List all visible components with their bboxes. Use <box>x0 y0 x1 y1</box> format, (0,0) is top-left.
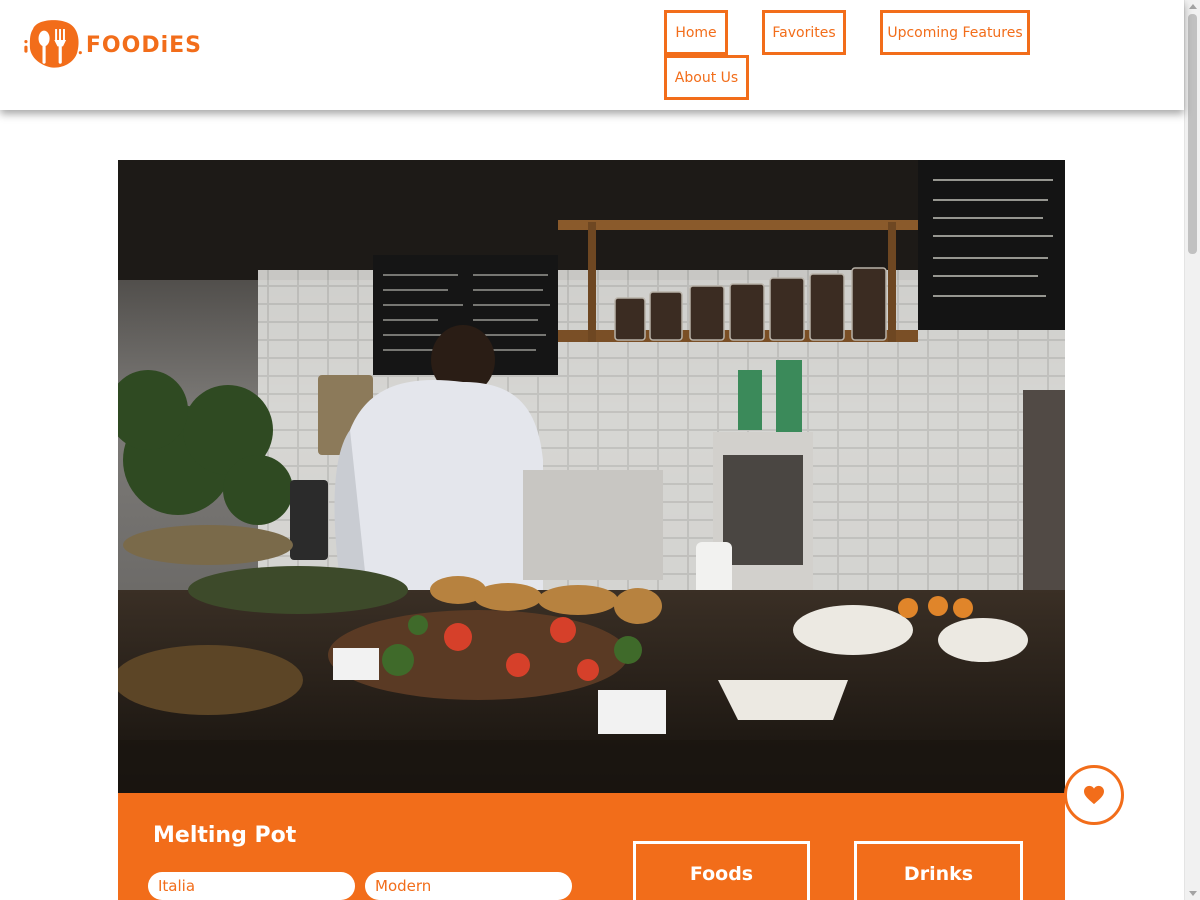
nav-about-button[interactable]: About Us <box>664 55 749 100</box>
restaurant-info-panel: Melting Pot Italia Modern Foods Drinks <box>118 793 1065 900</box>
foods-button[interactable]: Foods <box>633 841 810 900</box>
logo-icon <box>24 20 82 68</box>
cafe-scene-image <box>118 160 1065 793</box>
cuisine-tag: Italia <box>148 872 355 900</box>
scroll-thumb[interactable] <box>1188 14 1197 254</box>
heart-icon <box>1084 785 1104 805</box>
nav-favorites-button[interactable]: Favorites <box>762 10 846 55</box>
nav-home-button[interactable]: Home <box>664 10 728 55</box>
brand-name: FOODiES <box>85 32 202 58</box>
page: FOODiES Home Favorites Upcoming Features… <box>0 0 1200 900</box>
page-scrollbar[interactable] <box>1184 0 1200 900</box>
favorite-button[interactable] <box>1064 765 1124 825</box>
scroll-down-arrow-icon[interactable] <box>1189 891 1197 896</box>
drinks-button[interactable]: Drinks <box>854 841 1023 900</box>
scroll-up-arrow-icon[interactable] <box>1189 4 1197 9</box>
site-header: FOODiES Home Favorites Upcoming Features… <box>0 0 1184 110</box>
restaurant-name: Melting Pot <box>153 823 297 848</box>
nav-upcoming-features-button[interactable]: Upcoming Features <box>880 10 1030 55</box>
restaurant-card: Melting Pot Italia Modern Foods Drinks <box>118 160 1065 900</box>
logo[interactable]: FOODiES <box>22 10 202 78</box>
restaurant-photo <box>118 160 1065 793</box>
style-tag: Modern <box>365 872 572 900</box>
